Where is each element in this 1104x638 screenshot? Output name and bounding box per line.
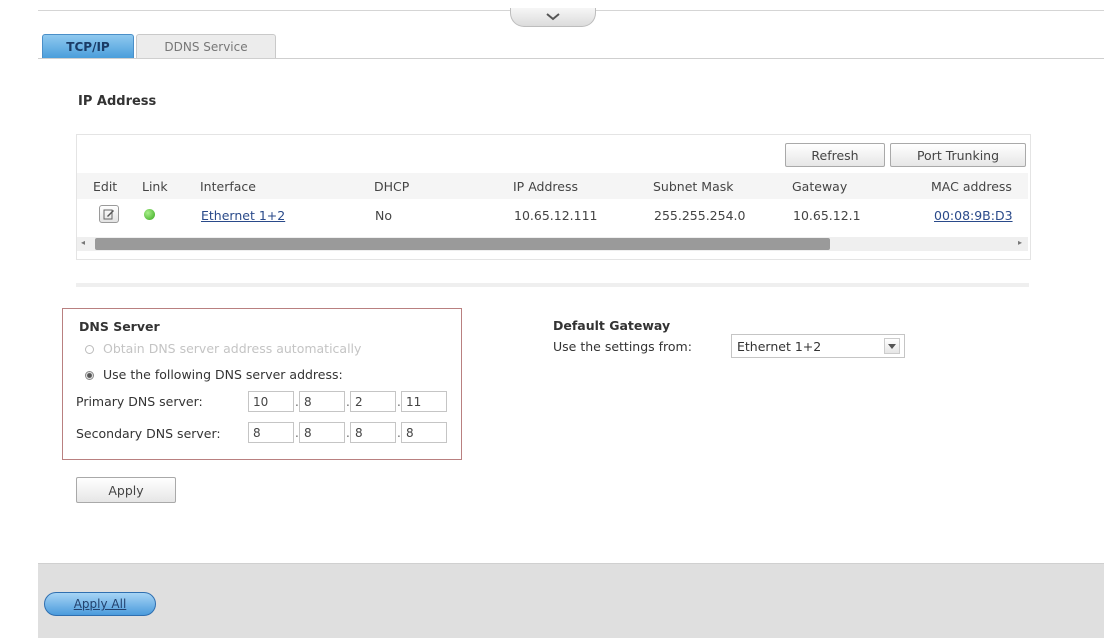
- column-header-ip-address: IP Address: [513, 179, 578, 194]
- scrollbar-thumb[interactable]: [95, 238, 830, 250]
- column-header-interface: Interface: [200, 179, 256, 194]
- column-header-link: Link: [142, 179, 168, 194]
- subnet-mask-value: 255.255.254.0: [654, 208, 746, 223]
- primary-dns-octet-4[interactable]: [401, 391, 447, 412]
- footer-bar: Apply All: [38, 563, 1104, 638]
- interface-link[interactable]: Ethernet 1+2: [201, 208, 285, 223]
- primary-dns-octet-2[interactable]: [299, 391, 345, 412]
- default-gateway-label: Use the settings from:: [553, 339, 692, 354]
- dhcp-value: No: [375, 208, 392, 223]
- collapse-toggle[interactable]: [510, 8, 596, 27]
- edit-interface-button[interactable]: [99, 205, 119, 223]
- ip-address-panel: Refresh Port Trunking Edit Link Interfac…: [76, 134, 1031, 260]
- secondary-dns-octet-1[interactable]: [248, 422, 294, 443]
- secondary-dns-octet-3[interactable]: [350, 422, 396, 443]
- ip-address-value: 10.65.12.111: [514, 208, 598, 223]
- default-gateway-title: Default Gateway: [553, 318, 671, 333]
- link-status-icon: [144, 209, 155, 220]
- column-header-dhcp: DHCP: [374, 179, 410, 194]
- primary-dns-label: Primary DNS server:: [76, 394, 203, 409]
- dns-server-panel: DNS Server Obtain DNS server address aut…: [62, 308, 462, 460]
- dropdown-arrow-icon[interactable]: [884, 338, 900, 354]
- secondary-dns-octet-4[interactable]: [401, 422, 447, 443]
- tab-ddns-service[interactable]: DDNS Service: [136, 34, 276, 58]
- mac-address-link[interactable]: 00:08:9B:D3: [934, 208, 1013, 223]
- edit-icon: [103, 209, 114, 220]
- scroll-left-icon[interactable]: ◂: [81, 238, 85, 247]
- column-header-mac-address: MAC address: [931, 179, 1012, 194]
- refresh-button[interactable]: Refresh: [785, 143, 885, 167]
- gateway-value: 10.65.12.1: [793, 208, 861, 223]
- chevron-down-icon: [546, 13, 560, 21]
- column-header-gateway: Gateway: [792, 179, 848, 194]
- scroll-right-icon[interactable]: ▸: [1018, 238, 1022, 247]
- dns-auto-label: Obtain DNS server address automatically: [103, 341, 362, 356]
- column-header-edit: Edit: [93, 179, 118, 194]
- secondary-dns-octet-2[interactable]: [299, 422, 345, 443]
- port-trunking-button[interactable]: Port Trunking: [890, 143, 1026, 167]
- section-separator: [76, 283, 1029, 287]
- tab-tcpip[interactable]: TCP/IP: [42, 34, 134, 58]
- apply-all-button[interactable]: Apply All: [44, 592, 156, 616]
- horizontal-scrollbar[interactable]: ◂ ▸: [77, 237, 1028, 251]
- primary-dns-octet-1[interactable]: [248, 391, 294, 412]
- ip-address-section-title: IP Address: [78, 94, 157, 109]
- secondary-dns-label: Secondary DNS server:: [76, 426, 221, 441]
- tab-divider: [38, 58, 1104, 59]
- dns-manual-radio[interactable]: [85, 371, 94, 380]
- default-gateway-selected-value: Ethernet 1+2: [737, 338, 822, 354]
- default-gateway-select[interactable]: Ethernet 1+2: [731, 334, 905, 358]
- primary-dns-octet-3[interactable]: [350, 391, 396, 412]
- dns-manual-label: Use the following DNS server address:: [103, 367, 343, 382]
- dns-auto-radio[interactable]: [85, 345, 94, 354]
- column-header-subnet-mask: Subnet Mask: [653, 179, 734, 194]
- dns-apply-button[interactable]: Apply: [76, 477, 176, 503]
- dns-server-title: DNS Server: [79, 319, 160, 334]
